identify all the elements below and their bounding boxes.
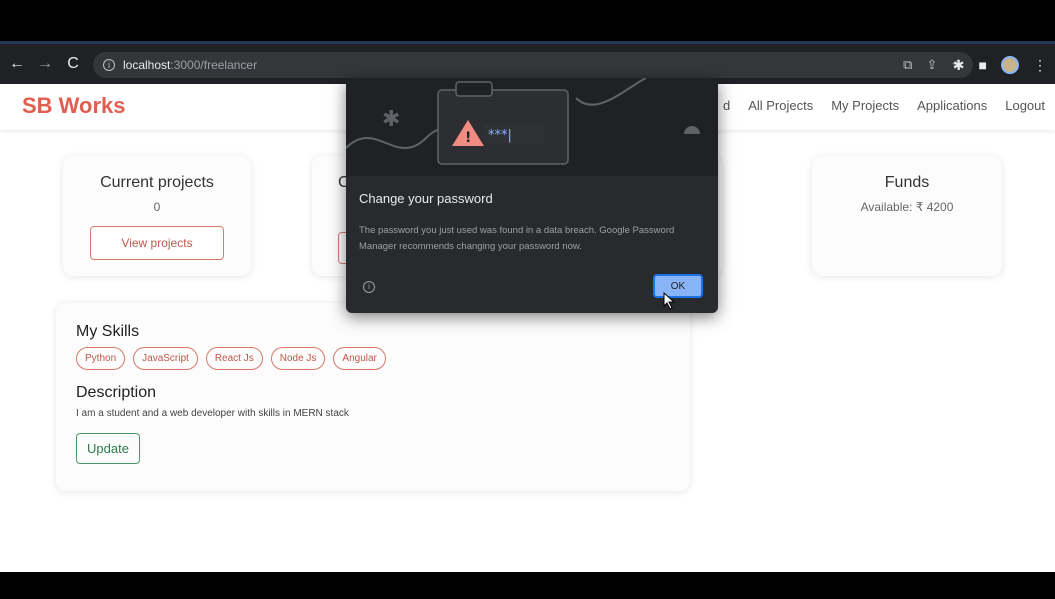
card-title: Funds [884,174,930,191]
url-path: :3000/freelancer [170,58,258,72]
skill-chip: Node Js [270,347,326,370]
funds-card: Funds Available: ₹ 4200 [812,156,1002,276]
dialog-body: The password you just used was found in … [359,225,675,252]
reload-icon[interactable]: C [62,55,84,73]
change-password-dialog: ✱ ! ***| Change your password The passwo… [346,78,718,313]
card-value: 0 [153,200,161,214]
breach-illustration: ✱ ! ***| [346,78,718,176]
skill-chip: Angular [333,347,386,370]
menu-kebab-icon[interactable]: ⋮ [1033,57,1047,74]
dialog-title: Change your password [359,191,493,206]
funds-available: Available: ₹ 4200 [860,200,954,214]
description-title: Description [76,384,157,401]
brand-logo[interactable]: SB Works [22,93,126,119]
nav-item-applications[interactable]: Applications [917,98,987,113]
nav-item-all-projects[interactable]: All Projects [748,98,813,113]
skill-chips: Python JavaScript React Js Node Js Angul… [76,347,670,370]
skill-chip: JavaScript [133,347,198,370]
address-bar[interactable]: i localhost :3000/freelancer ⧉ ⇪ ☆ [93,52,973,78]
svg-text:!: ! [465,130,471,146]
sidepanel-icon[interactable]: ■ [979,57,987,73]
password-mask: ***| [488,128,512,143]
svg-text:✱: ✱ [382,107,400,132]
letterbox-top [0,0,1055,41]
forward-icon[interactable]: → [34,55,56,73]
url-host: localhost [123,58,171,72]
nav-item-my-projects[interactable]: My Projects [831,98,899,113]
share-icon[interactable]: ⇪ [926,57,937,73]
letterbox-bottom [0,572,1055,599]
skill-chip: React Js [205,347,263,370]
mouse-cursor-icon [663,292,676,310]
skills-card: My Skills Python JavaScript React Js Nod… [56,303,690,491]
skills-title: My Skills [76,323,140,340]
breach-illustration-svg: ✱ ! ***| [346,78,700,165]
update-button[interactable]: Update [76,433,140,464]
extensions-icon[interactable]: ✱ [953,57,965,74]
current-projects-card: Current projects 0 View projects [63,156,251,276]
skill-chip: Python [76,347,126,370]
install-icon[interactable]: ⧉ [903,57,912,73]
nav-item-dashboard[interactable]: d [723,98,730,113]
profile-avatar[interactable] [1001,56,1019,74]
view-projects-button[interactable]: View projects [90,226,224,260]
back-icon[interactable]: ← [6,55,28,73]
ok-button[interactable]: OK [653,274,703,298]
card-title: Current projects [100,174,214,191]
info-icon[interactable]: i [363,281,375,293]
nav-item-logout[interactable]: Logout [1005,98,1045,113]
site-info-icon[interactable]: i [103,59,115,71]
nav-links: d All Projects My Projects Applications … [723,98,1045,113]
description-text: I am a student and a web developer with … [76,408,349,419]
